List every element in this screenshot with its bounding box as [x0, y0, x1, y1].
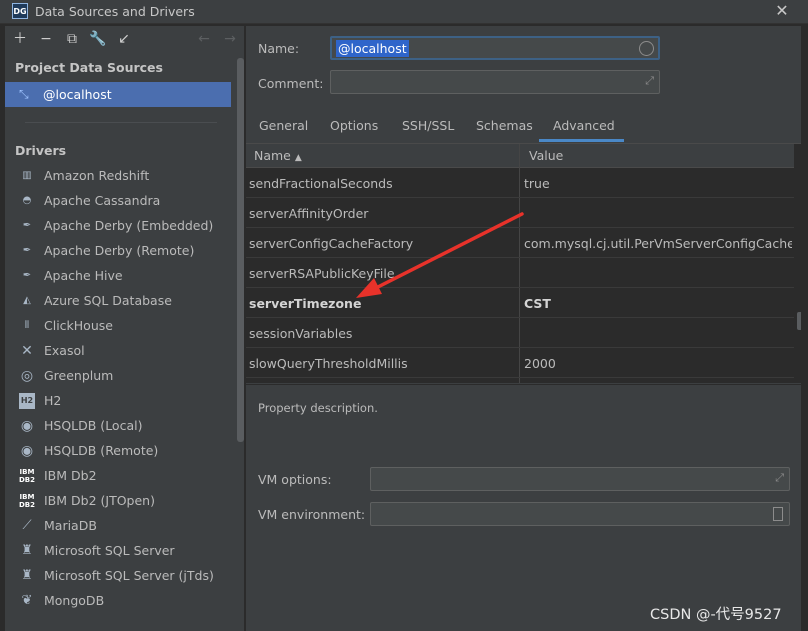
greenplum-icon: ◎ [20, 368, 34, 384]
vm-options-field[interactable]: ⤢ [370, 467, 790, 491]
table-row[interactable]: serverConfigCacheFactory com.mysql.cj.uti… [246, 228, 794, 258]
driver-microsoft-sql-server[interactable]: ♜ Microsoft SQL Server [5, 539, 233, 564]
driver-microsoft-sql-server-jtds[interactable]: ♜ Microsoft SQL Server (jTds) [5, 564, 233, 589]
left-scrollbar[interactable] [237, 58, 244, 442]
back-icon[interactable]: ← [195, 30, 213, 48]
driver-apache-derby-remote[interactable]: ✒ Apache Derby (Remote) [5, 239, 233, 264]
table-row[interactable]: serverRSAPublicKeyFile [246, 258, 794, 288]
datasource-icon: ⤡ [19, 87, 29, 101]
drivers-header: Drivers [15, 143, 67, 158]
driver-clickhouse[interactable]: ⦀ ClickHouse [5, 314, 233, 339]
tab-general[interactable]: General [259, 118, 308, 133]
derby-icon: ✒ [22, 220, 32, 231]
import-icon[interactable]: ↙ [115, 30, 133, 48]
tab-ssh-ssl[interactable]: SSH/SSL [402, 118, 454, 133]
column-header-name[interactable]: Name ▲ [254, 148, 302, 163]
property-description: Property description. [258, 401, 378, 415]
hsqldb-icon: ◉ [20, 418, 34, 434]
table-header: Name ▲ Value [246, 144, 794, 168]
table-row[interactable]: sessionVariables [246, 318, 794, 348]
azure-icon: ◭ [23, 295, 31, 306]
clickhouse-icon: ⦀ [24, 320, 30, 331]
sort-ascending-icon: ▲ [294, 153, 302, 163]
datasource-label: @localhost [43, 87, 112, 102]
tab-options[interactable]: Options [330, 118, 378, 133]
datagrip-logo-icon: DG [12, 3, 28, 19]
table-row[interactable]: sendFractionalSeconds true [246, 168, 794, 198]
mongodb-icon: ❦ [21, 593, 33, 608]
remove-icon[interactable]: − [37, 30, 55, 48]
hsqldb-icon: ◉ [20, 443, 34, 459]
ibm-db2-icon: IBM DB2 [19, 493, 36, 509]
title-bar: DG Data Sources and Drivers ✕ [0, 0, 808, 24]
driver-ibm-db2[interactable]: IBM DB2 IBM Db2 [5, 464, 233, 489]
project-data-sources-header: Project Data Sources [15, 60, 163, 75]
vm-options-label: VM options: [258, 472, 332, 487]
driver-h2[interactable]: H2 H2 [5, 389, 233, 414]
driver-azure-sql-database[interactable]: ◭ Azure SQL Database [5, 289, 233, 314]
drivers-list: ▥ Amazon Redshift ◓ Apache Cassandra ✒ Apac… [5, 164, 233, 614]
derby-icon: ✒ [22, 245, 32, 256]
property-description-panel: Property description. [246, 384, 804, 454]
settings-icon[interactable]: 🔧 [89, 30, 107, 48]
driver-exasol[interactable]: ✕ Exasol [5, 339, 233, 364]
exasol-icon: ✕ [21, 343, 33, 359]
ibm-db2-icon: IBM DB2 [19, 468, 36, 484]
table-row[interactable]: serverAffinityOrder [246, 198, 794, 228]
clear-icon[interactable] [639, 41, 654, 56]
right-panel: Name: @localhost Comment: ⤢ General Opti… [246, 26, 808, 631]
h2-icon: H2 [19, 393, 35, 409]
driver-ibm-db2-jtopen[interactable]: IBM DB2 IBM Db2 (JTOpen) [5, 489, 233, 514]
mariadb-icon: ⟋ [22, 518, 32, 533]
driver-apache-derby-embedded[interactable]: ✒ Apache Derby (Embedded) [5, 214, 233, 239]
advanced-properties-table: Name ▲ Value sendFractionalSeconds true s… [246, 143, 804, 383]
mssql-icon: ♜ [21, 568, 33, 583]
close-icon[interactable]: ✕ [773, 1, 791, 21]
driver-greenplum[interactable]: ◎ Greenplum [5, 364, 233, 389]
tab-bar: General Options SSH/SSL Schemas Advanced [246, 112, 808, 142]
driver-hsqldb-remote[interactable]: ◉ HSQLDB (Remote) [5, 439, 233, 464]
add-icon[interactable]: ＋ [11, 30, 29, 48]
window-edge [801, 26, 808, 631]
tab-advanced[interactable]: Advanced [553, 118, 615, 133]
cassandra-icon: ◓ [22, 195, 32, 206]
driver-apache-hive[interactable]: ✒ Apache Hive [5, 264, 233, 289]
column-header-value[interactable]: Value [529, 148, 563, 163]
table-row-server-timezone[interactable]: serverTimezone CST [246, 288, 794, 318]
driver-amazon-redshift[interactable]: ▥ Amazon Redshift [5, 164, 233, 189]
expand-icon[interactable]: ⤢ [775, 471, 784, 485]
watermark: CSDN @-代号9527 [650, 607, 782, 623]
mssql-icon: ♜ [21, 543, 33, 558]
comment-field[interactable]: ⤢ [330, 70, 660, 94]
driver-apache-cassandra[interactable]: ◓ Apache Cassandra [5, 189, 233, 214]
vm-environment-field[interactable] [370, 502, 790, 526]
forward-icon[interactable]: → [221, 30, 239, 48]
hive-icon: ✒ [22, 270, 32, 281]
document-icon[interactable] [773, 507, 783, 521]
vm-environment-label: VM environment: [258, 507, 366, 522]
comment-label: Comment: [258, 76, 324, 91]
name-label: Name: [258, 41, 300, 56]
name-field[interactable]: @localhost [330, 36, 660, 60]
active-tab-indicator [539, 139, 624, 142]
left-panel: ＋ − ⧉ 🔧 ↙ ← → Project Data Sources ⤡ @lo… [5, 26, 245, 631]
duplicate-icon[interactable]: ⧉ [63, 30, 81, 48]
table-row[interactable]: slowQueryThresholdMillis 2000 [246, 348, 794, 378]
tab-schemas[interactable]: Schemas [476, 118, 533, 133]
driver-mongodb[interactable]: ❦ MongoDB [5, 589, 233, 614]
datasource-localhost[interactable]: ⤡ @localhost [5, 82, 231, 107]
name-value: @localhost [336, 40, 409, 57]
datasource-toolbar: ＋ − ⧉ 🔧 ↙ ← → [5, 26, 244, 52]
expand-icon[interactable]: ⤢ [645, 74, 654, 88]
window-title: Data Sources and Drivers [35, 4, 195, 19]
redshift-icon: ▥ [22, 170, 32, 181]
driver-hsqldb-local[interactable]: ◉ HSQLDB (Local) [5, 414, 233, 439]
driver-mariadb[interactable]: ⟋ MariaDB [5, 514, 233, 539]
divider [25, 122, 217, 123]
